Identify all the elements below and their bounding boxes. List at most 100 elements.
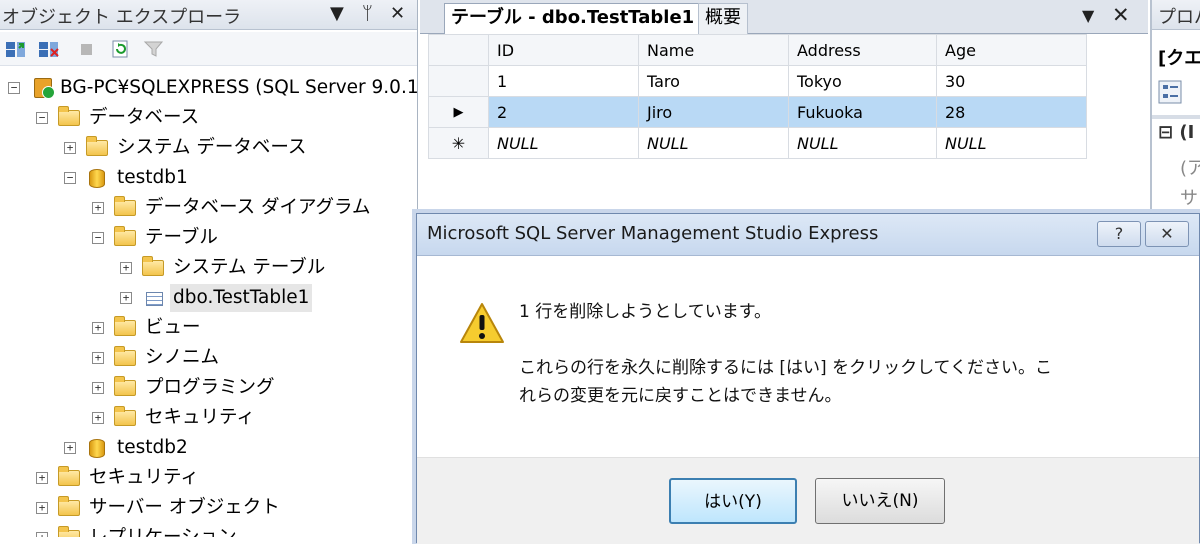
results-grid: ID Name Address Age 1 Taro Tokyo 30 ▶ 2 … [428,34,1087,159]
folder-icon [86,136,108,156]
close-icon[interactable]: ✕ [390,3,405,24]
folder-icon [114,316,136,336]
object-explorer-titlebar: オブジェクト エクスプローラ ▼ ᛘ ✕ [0,0,417,30]
tree-node-label: テーブル [145,227,218,248]
object-explorer-title: オブジェクト エクスプローラ [2,7,242,28]
close-icon[interactable]: ✕ [1112,3,1130,27]
dialog-title: Microsoft SQL Server Management Studio E… [427,223,879,244]
object-explorer-panel: オブジェクト エクスプローラ ▼ ᛘ ✕ − BG-PC¥SQLEXPRESS [0,0,418,537]
expand-icon[interactable]: + [92,322,104,334]
tree-node-label: ビュー [145,317,201,338]
expand-icon[interactable]: + [92,202,104,214]
delete-confirmation-dialog: Microsoft SQL Server Management Studio E… [416,213,1200,544]
grid-cell-null[interactable]: NULL [788,127,937,159]
new-row[interactable]: ✳ NULL NULL NULL NULL [428,127,1087,159]
properties-titlebar: プロパ [1152,0,1200,30]
grid-cell[interactable]: Tokyo [788,65,937,97]
grid-cell[interactable]: Taro [638,65,789,97]
warning-icon [460,303,504,343]
column-header[interactable]: ID [488,34,639,66]
collapse-icon[interactable]: − [36,112,48,124]
folder-icon [142,256,164,276]
properties-title: プロパ [1158,7,1200,28]
column-header[interactable]: Address [788,34,937,66]
grid-cell[interactable]: 1 [488,65,639,97]
column-header[interactable]: Name [638,34,789,66]
tree-node-label: testdb1 [117,167,188,188]
grid-cell[interactable]: Fukuoka [788,96,937,128]
grid-corner [428,34,489,66]
database-icon [89,439,105,458]
folder-icon [58,496,80,516]
dialog-titlebar: Microsoft SQL Server Management Studio E… [417,214,1199,256]
tab-summary[interactable]: 概要 [698,3,748,34]
dropdown-arrow-icon[interactable]: ▼ [330,3,344,24]
grid-header-row: ID Name Address Age [428,34,1087,66]
grid-cell-null[interactable]: NULL [936,127,1087,159]
disconnect-icon[interactable] [38,39,60,59]
folder-icon [114,226,136,246]
folder-icon [114,406,136,426]
collapse-icon[interactable]: − [8,82,20,94]
tree-node-label: シノニム [145,347,220,368]
tree-node-label: セキュリティ [145,407,255,428]
folder-icon [114,196,136,216]
properties-object-heading: [クエ [1158,48,1200,69]
collapse-icon[interactable]: − [92,232,104,244]
tab-table-testtable1[interactable]: テーブル - dbo.TestTable1 [444,3,702,34]
tree-node-label: testdb2 [117,437,188,458]
collapse-icon[interactable]: − [64,172,76,184]
help-icon[interactable]: ? [1097,221,1141,247]
expand-icon[interactable]: + [36,472,48,484]
connect-icon[interactable] [5,39,27,59]
pin-icon[interactable]: ᛘ [362,3,373,24]
grid-cell-null[interactable]: NULL [638,127,789,159]
folder-icon [58,106,80,126]
grid-cell[interactable]: 2 [488,96,639,128]
expand-icon[interactable]: + [64,142,76,154]
expand-icon[interactable]: + [92,352,104,364]
expand-icon[interactable]: + [92,382,104,394]
folder-icon [58,526,80,537]
expand-icon[interactable]: + [36,502,48,514]
filter-icon[interactable] [143,39,165,59]
expand-icon[interactable]: + [36,532,48,537]
server-icon [34,78,55,99]
tree-node-label: データベース ダイアグラム [145,197,371,218]
tree-node-label: dbo.TestTable1 [170,284,313,312]
window-dropdown-icon[interactable]: ▼ [1082,6,1094,25]
grid-cell[interactable]: 28 [936,96,1087,128]
close-icon[interactable]: ✕ [1145,221,1189,247]
tree-node-label: システム データベース [117,137,307,158]
current-row-arrow-icon[interactable]: ▶ [428,96,489,128]
expand-icon[interactable]: + [120,262,132,274]
grid-cell-null[interactable]: NULL [488,127,639,159]
table-row[interactable]: 1 Taro Tokyo 30 [428,65,1087,97]
folder-icon [114,376,136,396]
expand-icon[interactable]: + [92,412,104,424]
dialog-message-line: 1 行を削除しようとしています。 [519,302,772,322]
yes-button[interactable]: はい(Y) [669,478,797,524]
row-selector[interactable] [428,65,489,97]
grid-cell[interactable]: 30 [936,65,1087,97]
properties-divider [1152,115,1200,119]
stop-icon[interactable] [76,39,98,59]
grid-cell[interactable]: Jiro [638,96,789,128]
tree-node-label: セキュリティ [89,467,199,488]
tree-node-label: レプリケーション [89,524,237,537]
dialog-message-line: れらの変更を元に戻すことはできません。 [519,386,842,406]
table-row-selected[interactable]: ▶ 2 Jiro Fukuoka 28 [428,96,1087,128]
tree-node-label: サーバー オブジェクト [89,497,280,518]
properties-section[interactable]: ⊟ (I [1158,122,1194,143]
dialog-message-line: これらの行を永久に削除するには [はい] をクリックしてください。こ [519,358,1053,378]
expand-icon[interactable]: + [64,442,76,454]
column-header[interactable]: Age [936,34,1087,66]
expand-icon[interactable]: + [120,292,132,304]
new-row-asterisk-icon[interactable]: ✳ [428,127,489,159]
folder-icon [58,466,80,486]
no-button[interactable]: いいえ(N) [815,478,945,524]
dialog-button-bar: はい(Y) いいえ(N) [417,457,1199,544]
refresh-icon[interactable] [110,39,132,59]
categorized-icon[interactable] [1158,80,1182,104]
object-explorer-toolbar [0,32,417,66]
